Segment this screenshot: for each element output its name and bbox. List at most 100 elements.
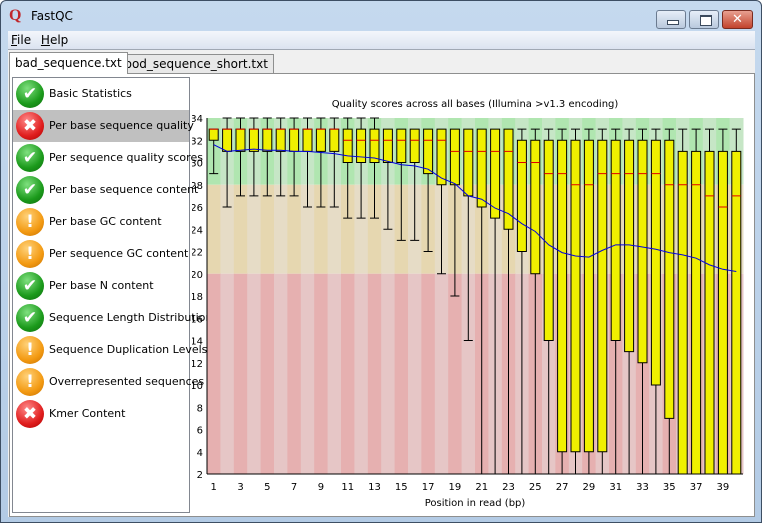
maximize-button[interactable] [689,10,719,29]
x-tick-label: 27 [556,482,569,493]
quartile-box [597,139,608,453]
bad-band [421,273,436,474]
module-item[interactable]: ✔ Per base N content [13,270,189,302]
quartile-box [449,128,460,186]
menu-bar: File Help [8,31,755,50]
module-item[interactable]: ! Per base GC content [13,206,189,238]
pass-check-icon: ✔ [16,176,44,204]
module-label: Overrepresented sequences [49,375,205,388]
quartile-box [516,139,527,252]
bad-band [233,273,248,474]
y-tick-label: 32 [192,136,203,147]
y-tick-label: 24 [192,225,203,236]
warn-band [247,184,262,274]
module-label: Per base sequence content [49,183,199,196]
bad-band [247,273,262,474]
quartile-box [235,128,246,152]
bad-band [260,273,275,474]
quartile-box [691,150,702,475]
module-item[interactable]: ✔ Per base sequence content [13,174,198,206]
quartile-box [329,128,340,152]
bad-band [381,273,396,474]
module-item[interactable]: ✖ Kmer Content [13,398,189,430]
quartile-box [409,128,420,163]
y-tick-label: 30 [192,159,203,170]
pass-check-icon: ✔ [16,80,44,108]
report-panel: ✔ Basic Statistics ✖ Per base sequence qual… [9,73,755,517]
x-tick-label: 13 [368,482,381,493]
quartile-box [289,128,300,152]
y-tick-label: 34 [192,114,203,125]
main-area: bad_sequence.txt good_sequence_short.txt… [8,50,755,517]
module-item[interactable]: ✖ Per base sequence quality [13,110,194,142]
module-label: Kmer Content [49,407,126,420]
y-tick-label: 10 [192,381,203,392]
bad-band [274,273,288,474]
fail-cross-icon: ✖ [16,112,44,140]
y-tick-label: 14 [192,337,203,348]
x-tick-label: 33 [636,482,649,493]
bad-band [434,273,449,474]
bad-band [341,273,355,474]
quartile-box [717,150,728,475]
fail-cross-icon: ✖ [16,400,44,428]
warn-band [274,184,288,274]
quartile-box [530,139,541,275]
quartile-box [382,128,393,163]
close-button[interactable]: ✕ [722,10,753,29]
module-item[interactable]: ! Per sequence GC content [13,238,189,270]
module-list: ✔ Basic Statistics ✖ Per base sequence qual… [12,77,212,513]
bad-band [314,273,329,474]
quartile-box [570,139,581,453]
y-tick-label: 16 [192,314,203,325]
quartile-box [490,128,501,219]
bad-band [300,273,315,474]
quartile-box [677,150,688,475]
warning-icon: ! [16,208,44,236]
x-tick-label: 37 [690,482,703,493]
menu-file[interactable]: File [8,31,34,49]
module-label: Per base N content [49,279,154,292]
quartile-box [342,128,353,163]
warn-band [207,184,221,274]
x-tick-label: 9 [318,482,324,493]
module-item[interactable]: ✔ Sequence Length Distribution [13,302,212,334]
quartile-box [557,139,568,453]
module-item[interactable]: ✔ Basic Statistics [13,78,189,110]
module-label: Per sequence quality scores [49,151,203,164]
module-item[interactable]: ✔ Per sequence quality scores [13,142,203,174]
x-axis-label: Position in read (bp) [425,498,526,509]
x-tick-label: 3 [237,482,243,493]
x-tick-label: 17 [422,482,435,493]
close-icon: ✕ [732,12,743,27]
tab-bad-sequence[interactable]: bad_sequence.txt [9,52,128,74]
tab-good-sequence-short[interactable]: good_sequence_short.txt [111,54,274,73]
warn-band [260,184,275,274]
x-tick-label: 15 [395,482,408,493]
quartile-box [731,150,742,475]
quartile-box [704,150,715,475]
bad-band [220,273,235,474]
warning-icon: ! [16,240,44,268]
warning-icon: ! [16,368,44,396]
quartile-box [275,128,286,152]
module-item[interactable]: ! Overrepresented sequences [13,366,204,398]
quartile-box [315,128,326,152]
module-label: Sequence Duplication Levels [49,343,208,356]
warn-band [233,184,248,274]
y-tick-label: 2 [197,470,203,481]
x-tick-label: 7 [291,482,297,493]
quartile-box [463,128,474,197]
menu-help[interactable]: Help [38,31,71,49]
quartile-box [650,139,661,386]
minimize-button[interactable] [656,10,686,29]
pass-check-icon: ✔ [16,304,44,332]
quartile-box [624,139,635,353]
quartile-box [610,139,621,341]
module-item[interactable]: ! Sequence Duplication Levels [13,334,207,366]
module-label: Per sequence GC content [49,247,189,260]
x-tick-label: 19 [449,482,462,493]
y-tick-label: 4 [197,448,203,459]
title-bar[interactable]: Q FastQC ✕ [1,1,761,31]
y-tick-label: 20 [192,270,203,281]
